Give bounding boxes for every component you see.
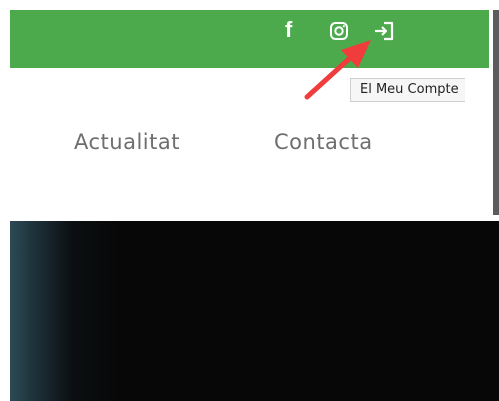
page: f El Meu Compte Actualitat Contacta bbox=[0, 0, 499, 401]
page-edge bbox=[0, 0, 10, 401]
scrollbar[interactable] bbox=[493, 10, 499, 215]
login-icon[interactable] bbox=[373, 21, 395, 41]
nav-item-actualitat[interactable]: Actualitat bbox=[74, 130, 180, 154]
top-bar bbox=[10, 10, 499, 68]
hero-banner bbox=[10, 221, 499, 401]
facebook-icon[interactable]: f bbox=[285, 19, 292, 41]
account-tooltip: El Meu Compte bbox=[350, 78, 465, 102]
instagram-icon[interactable] bbox=[329, 21, 349, 41]
nav-item-contacta[interactable]: Contacta bbox=[274, 130, 373, 154]
